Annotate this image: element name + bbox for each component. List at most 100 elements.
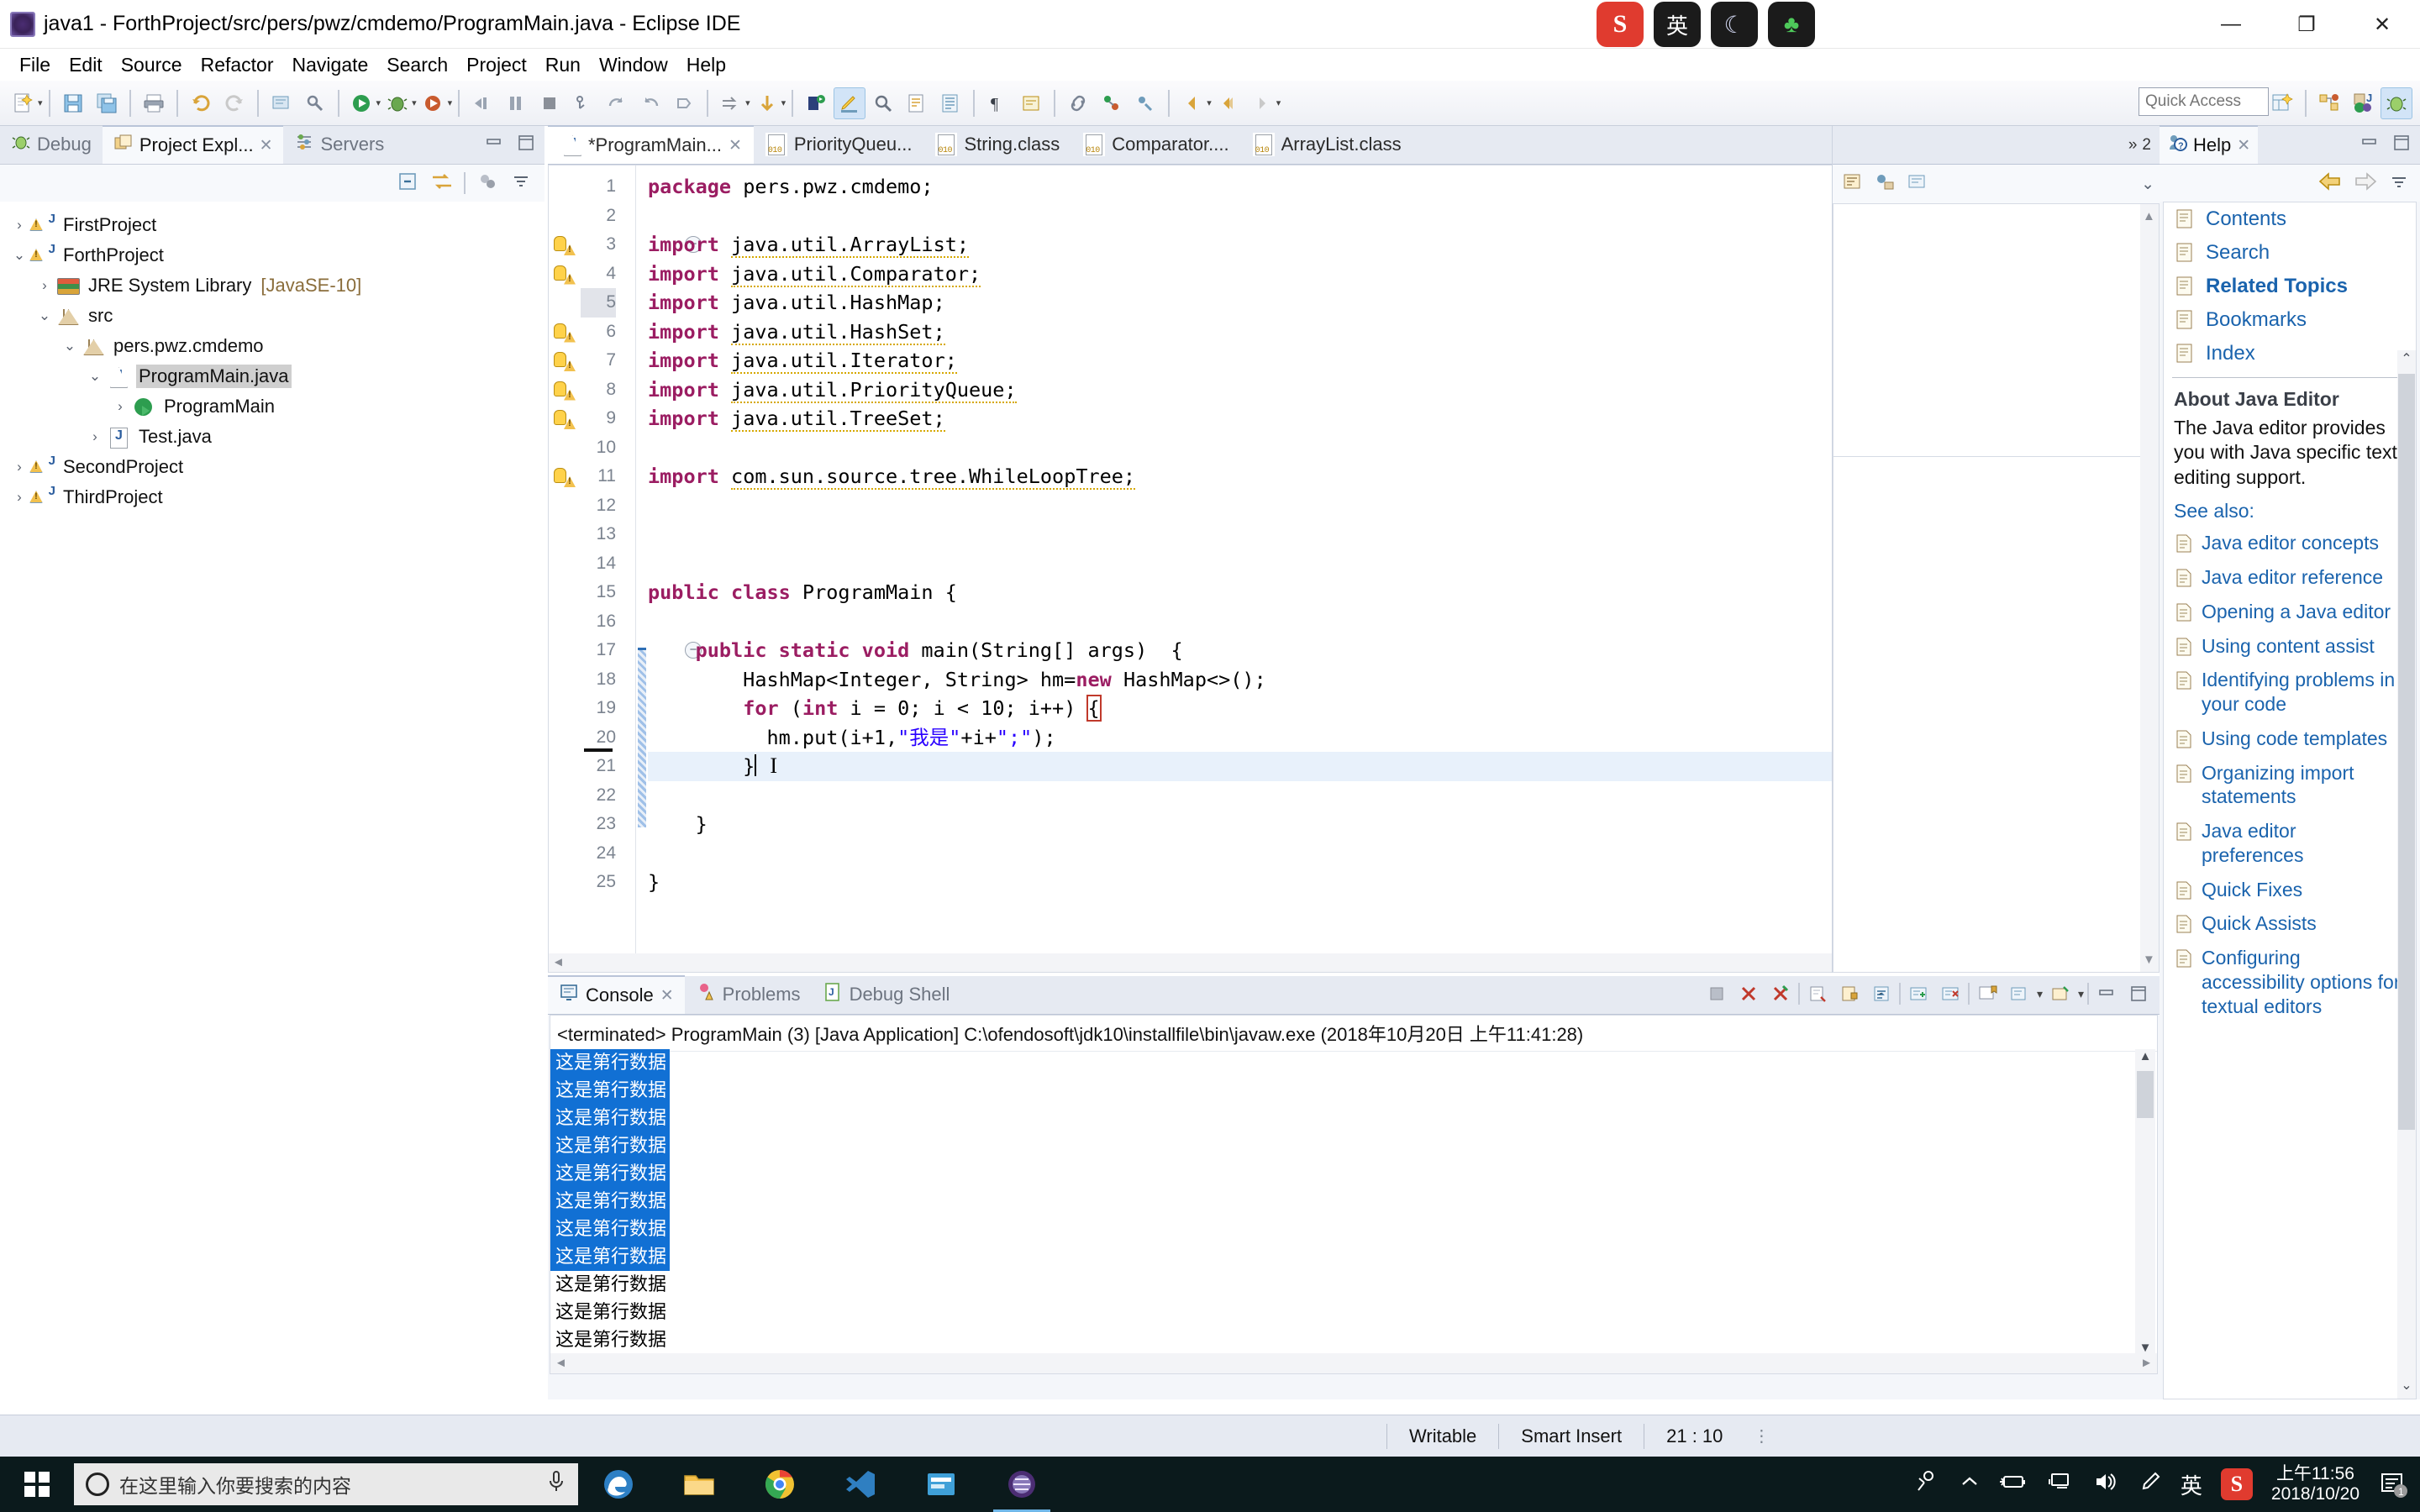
console-vertical-scrollbar[interactable]: ▲ ▼ [2135, 1049, 2155, 1355]
help-topic-item[interactable]: Quick Fixes [2164, 873, 2416, 907]
console-output-row[interactable]: 这是第行数据 [550, 1326, 2135, 1354]
help-topic-item[interactable]: Java editor concepts [2164, 526, 2416, 560]
help-view-menu-icon[interactable] [2388, 171, 2410, 197]
warning-quickfix-icon[interactable] [554, 407, 576, 429]
outline-scrollbar[interactable]: ▲ ▼ [2140, 204, 2159, 972]
skin-icon[interactable]: ♣ [1768, 2, 1815, 47]
open-console-dropdown-icon[interactable]: ▾ [2078, 987, 2084, 1001]
java-browsing-icon[interactable] [2313, 87, 2345, 119]
maximize-icon[interactable] [516, 133, 536, 157]
help-topic-item[interactable]: Quick Assists [2164, 906, 2416, 941]
warning-quickfix-icon[interactable] [554, 321, 576, 343]
english-input-icon[interactable]: 英 [1654, 2, 1701, 47]
outline-overflow-chevron-icon[interactable]: » [2128, 136, 2138, 155]
console-horizontal-scrollbar[interactable]: ◄ ► [550, 1353, 2157, 1373]
open-resource-icon[interactable] [934, 87, 966, 119]
project-tree[interactable]: › FirstProject ⌄ ForthProject › JRE System Li… [0, 202, 544, 1399]
open-console-icon[interactable] [2046, 979, 2075, 1008]
search-icon[interactable] [867, 87, 899, 119]
undo-icon[interactable] [185, 87, 217, 119]
chevron-right-icon[interactable]: › [8, 217, 30, 234]
warning-quickfix-icon[interactable] [554, 465, 576, 487]
console-output-row[interactable]: 这是第行数据 [550, 1271, 2135, 1299]
tree-item-forthproject[interactable]: ⌄ ForthProject [0, 240, 544, 270]
save-all-icon[interactable] [91, 87, 123, 119]
print-icon[interactable] [138, 87, 170, 119]
code-line[interactable]: import java.util.ArrayList; [648, 230, 970, 260]
editor-tab-comparator-[interactable]: Comparator.... [1071, 125, 1240, 164]
console-tab-console[interactable]: Console ✕ [548, 975, 685, 1014]
help-content[interactable]: Contents Search Related Topics Bookmarks Ind… [2163, 202, 2417, 1399]
remove-all-terminated-icon[interactable] [1766, 979, 1795, 1008]
chevron-down-icon[interactable]: ⌄ [59, 338, 81, 354]
console-output-row[interactable]: 这是第行数据 [550, 1105, 2135, 1132]
step-back-icon[interactable] [634, 87, 666, 119]
scroll-lock-icon[interactable] [1835, 979, 1864, 1008]
eclipse-icon[interactable] [981, 1457, 1062, 1512]
menu-item-search[interactable]: Search [377, 52, 457, 78]
app-icon[interactable] [901, 1457, 981, 1512]
console-output-row[interactable]: 这是第行数据 [550, 1299, 2135, 1326]
quick-access-input[interactable] [2139, 87, 2269, 116]
warning-quickfix-icon[interactable] [554, 379, 576, 401]
taskbar-clock[interactable]: 上午11:56 2018/10/20 [2271, 1464, 2360, 1504]
console-output-row[interactable]: 这是第行数据 [550, 1049, 2135, 1077]
menu-item-edit[interactable]: Edit [60, 52, 112, 78]
chevron-right-icon[interactable]: › [8, 489, 30, 506]
help-topic-item[interactable]: Organizing import statements [2164, 756, 2416, 815]
code-line[interactable]: HashMap<Integer, String> hm=new HashMap<… [648, 665, 1266, 695]
hide-fields-icon[interactable] [1873, 171, 1897, 198]
step-over-icon[interactable] [500, 87, 532, 119]
edit-mode-icon[interactable] [834, 87, 866, 119]
menu-item-window[interactable]: Window [590, 52, 677, 78]
tree-item-src[interactable]: ⌄ src [0, 301, 544, 331]
link-icon[interactable] [1062, 87, 1094, 119]
minimize-icon[interactable] [2092, 979, 2121, 1008]
previous-edit-icon[interactable] [1176, 87, 1208, 119]
maximize-icon[interactable] [2124, 979, 2153, 1008]
java-perspective-icon[interactable]: J [2347, 87, 2379, 119]
clear-console-icon[interactable] [1803, 979, 1832, 1008]
console-output-row[interactable]: 这是第行数据 [550, 1215, 2135, 1243]
tree-item-firstproject[interactable]: › FirstProject [0, 210, 544, 240]
warning-quickfix-icon[interactable] [554, 349, 576, 371]
menu-item-project[interactable]: Project [457, 52, 536, 78]
people-icon[interactable] [1913, 1468, 1940, 1500]
chevron-down-icon[interactable]: ⌄ [34, 307, 55, 324]
pen-icon[interactable] [2137, 1469, 2162, 1499]
remove-launch-icon[interactable] [1734, 979, 1763, 1008]
menu-item-source[interactable]: Source [112, 52, 192, 78]
sogou-tray-icon[interactable]: S [2220, 1468, 2253, 1500]
console-output-row[interactable]: 这是第行数据 [550, 1160, 2135, 1188]
help-topic-item[interactable]: Using code templates [2164, 722, 2416, 756]
taskbar-search-box[interactable]: 在这里输入你要搜索的内容 [74, 1463, 578, 1505]
menu-item-navigate[interactable]: Navigate [283, 52, 378, 78]
close-button[interactable]: ✕ [2344, 0, 2420, 49]
view-filter-icon[interactable] [476, 170, 499, 197]
battery-icon[interactable] [1999, 1471, 2028, 1498]
chevron-down-icon[interactable]: ⌄ [84, 368, 106, 385]
help-topic-item[interactable]: Using content assist [2164, 629, 2416, 664]
code-line[interactable]: import java.util.PriorityQueue; [648, 375, 1017, 405]
console-output-row[interactable]: 这是第行数据 [550, 1243, 2135, 1271]
chevron-right-icon[interactable]: › [34, 277, 55, 294]
console-tab-problems[interactable]: Problems [685, 975, 812, 1014]
drop-to-frame-icon[interactable] [668, 87, 700, 119]
build-icon[interactable] [266, 87, 297, 119]
toggle-mark-occurrences-icon[interactable] [1015, 87, 1047, 119]
help-link-search[interactable]: Search [2164, 236, 2416, 270]
tree-item-secondproject[interactable]: › SecondProject [0, 452, 544, 482]
file-explorer-icon[interactable] [659, 1457, 739, 1512]
night-mode-icon[interactable]: ☾ [1711, 2, 1758, 47]
menu-item-help[interactable]: Help [677, 52, 735, 78]
console-output-row[interactable]: 这是第行数据 [550, 1077, 2135, 1105]
console-scrollbar-thumb[interactable] [2137, 1071, 2154, 1118]
word-wrap-icon[interactable] [1867, 979, 1896, 1008]
coverage-icon[interactable] [418, 87, 450, 119]
console-body[interactable]: <terminated> ProgramMain (3) [Java Appli… [550, 1015, 2158, 1374]
ime-language-icon[interactable]: 英 [2181, 1469, 2202, 1500]
debug-icon[interactable] [381, 87, 413, 119]
help-scrollbar[interactable]: ⌃ ⌄ [2397, 350, 2416, 1399]
minimize-icon[interactable] [2360, 133, 2380, 157]
open-perspective-icon[interactable] [2266, 87, 2298, 119]
